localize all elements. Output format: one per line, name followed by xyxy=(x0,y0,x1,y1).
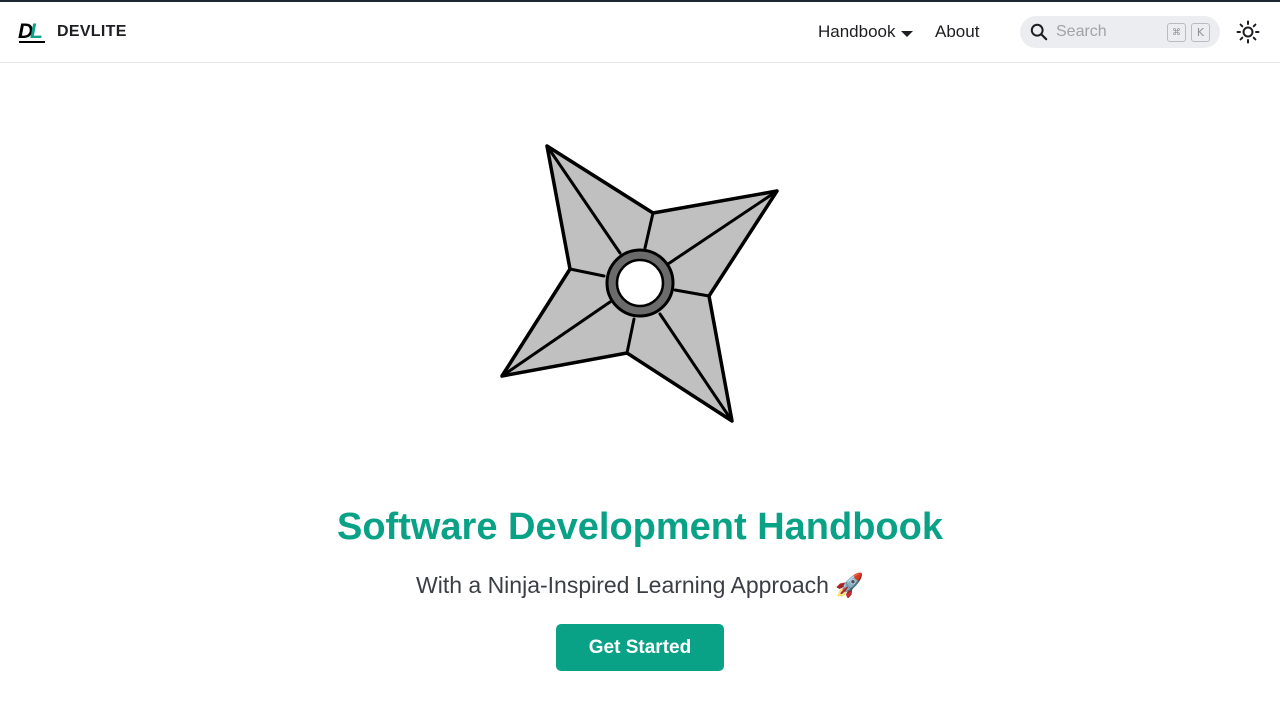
kbd-k-key: K xyxy=(1191,23,1210,42)
caret-down-icon xyxy=(900,30,913,37)
nav-handbook-label: Handbook xyxy=(818,22,896,41)
search-input[interactable] xyxy=(1056,22,1162,42)
nav-handbook-dropdown[interactable]: Handbook xyxy=(818,22,913,42)
kbd-command-key: ⌘ xyxy=(1167,23,1186,42)
search-icon xyxy=(1030,23,1048,41)
shuriken-icon xyxy=(500,144,779,423)
theme-toggle-button[interactable] xyxy=(1234,18,1262,46)
nav-about-link[interactable]: About xyxy=(935,22,979,42)
svg-text:L: L xyxy=(30,20,43,43)
sun-icon xyxy=(1236,20,1260,44)
hero-subtitle: With a Ninja-Inspired Learning Approach … xyxy=(416,572,864,598)
search-box[interactable]: ⌘ K xyxy=(1020,16,1220,48)
brand-name: DEVLITE xyxy=(57,23,127,40)
get-started-button[interactable]: Get Started xyxy=(556,624,724,671)
nav-about-label: About xyxy=(935,22,980,41)
navbar: D L DEVLITE Handbook About ⌘ K xyxy=(0,2,1280,63)
brand-link[interactable]: D L DEVLITE xyxy=(18,18,127,46)
devlite-logo-icon: D L xyxy=(18,20,45,43)
hero-title: Software Development Handbook xyxy=(337,506,943,548)
